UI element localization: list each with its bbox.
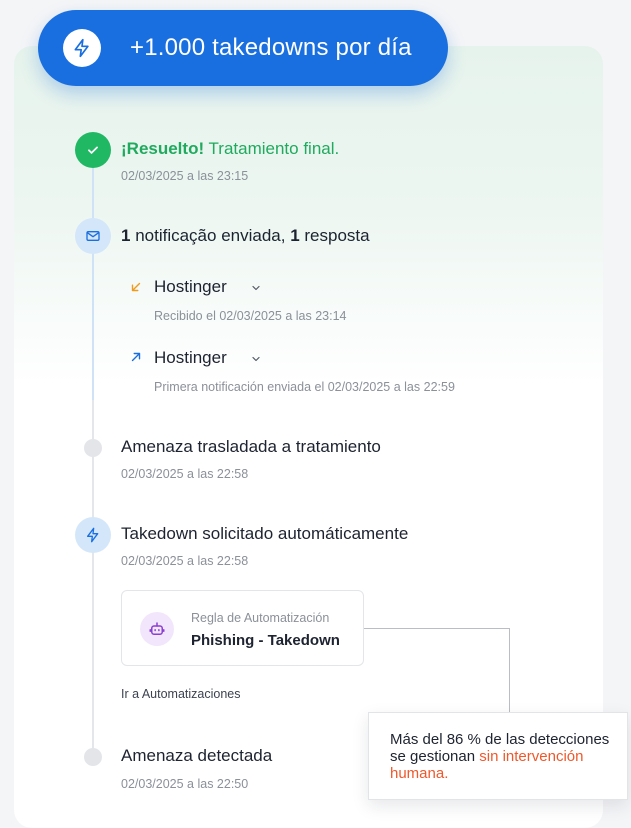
rule-label: Regla de Automatización [191, 611, 330, 625]
moved-dot [84, 439, 102, 457]
automation-stat-tooltip: Más del 86 % de las detecciones se gesti… [368, 712, 628, 800]
detected-date: 02/03/2025 a las 22:50 [121, 777, 249, 791]
mail-icon [86, 231, 100, 241]
automations-link[interactable]: Ir a Automatizaciones [121, 686, 241, 702]
received-detail: Recibido el 02/03/2025 a las 23:14 [154, 309, 347, 323]
takedown-dot [75, 517, 111, 553]
moved-title: Amenaza trasladada a tratamiento [121, 437, 381, 456]
takedown-date: 02/03/2025 a las 22:58 [121, 554, 249, 568]
takedowns-banner: +1.000 takedowns por día [38, 10, 448, 86]
resolved-date: 02/03/2025 a las 23:15 [121, 169, 249, 183]
arrow-up-right-icon [131, 352, 141, 362]
tooltip-connector-v [509, 628, 510, 712]
chevron-down-icon[interactable] [250, 282, 262, 294]
check-icon [88, 146, 98, 154]
moved-date: 02/03/2025 a las 22:58 [121, 467, 249, 481]
robot-icon [149, 622, 165, 635]
resolved-title: ¡Resuelto! Tratamiento final. [121, 139, 340, 158]
mail-dot [75, 218, 111, 254]
automation-rule-card[interactable]: Regla de Automatización Phishing - Taked… [121, 590, 364, 666]
sent-provider: Hostinger [154, 348, 227, 367]
lightning-icon [74, 38, 89, 58]
arrow-down-left-icon [131, 282, 141, 292]
detected-dot [84, 748, 102, 766]
timeline-rail-1 [92, 168, 94, 400]
robot-icon-badge [140, 612, 174, 646]
chevron-down-icon[interactable] [250, 353, 262, 365]
detected-title: Amenaza detectada [121, 746, 273, 765]
notification-summary: 1 notificação enviada, 1 resposta [121, 226, 370, 245]
received-provider: Hostinger [154, 277, 227, 296]
takedown-title: Takedown solicitado automáticamente [121, 524, 409, 543]
tooltip-connector-h [364, 628, 510, 629]
sent-detail: Primera notificación enviada el 02/03/20… [154, 380, 455, 394]
lightning-icon [87, 527, 99, 543]
banner-text: +1.000 takedowns por día [130, 34, 412, 61]
lightning-icon-badge [63, 29, 101, 67]
rule-name: Phishing - Takedown [191, 632, 340, 649]
tooltip-text: Más del 86 % de las detecciones se gesti… [390, 731, 610, 782]
resolved-check-dot [75, 132, 111, 168]
